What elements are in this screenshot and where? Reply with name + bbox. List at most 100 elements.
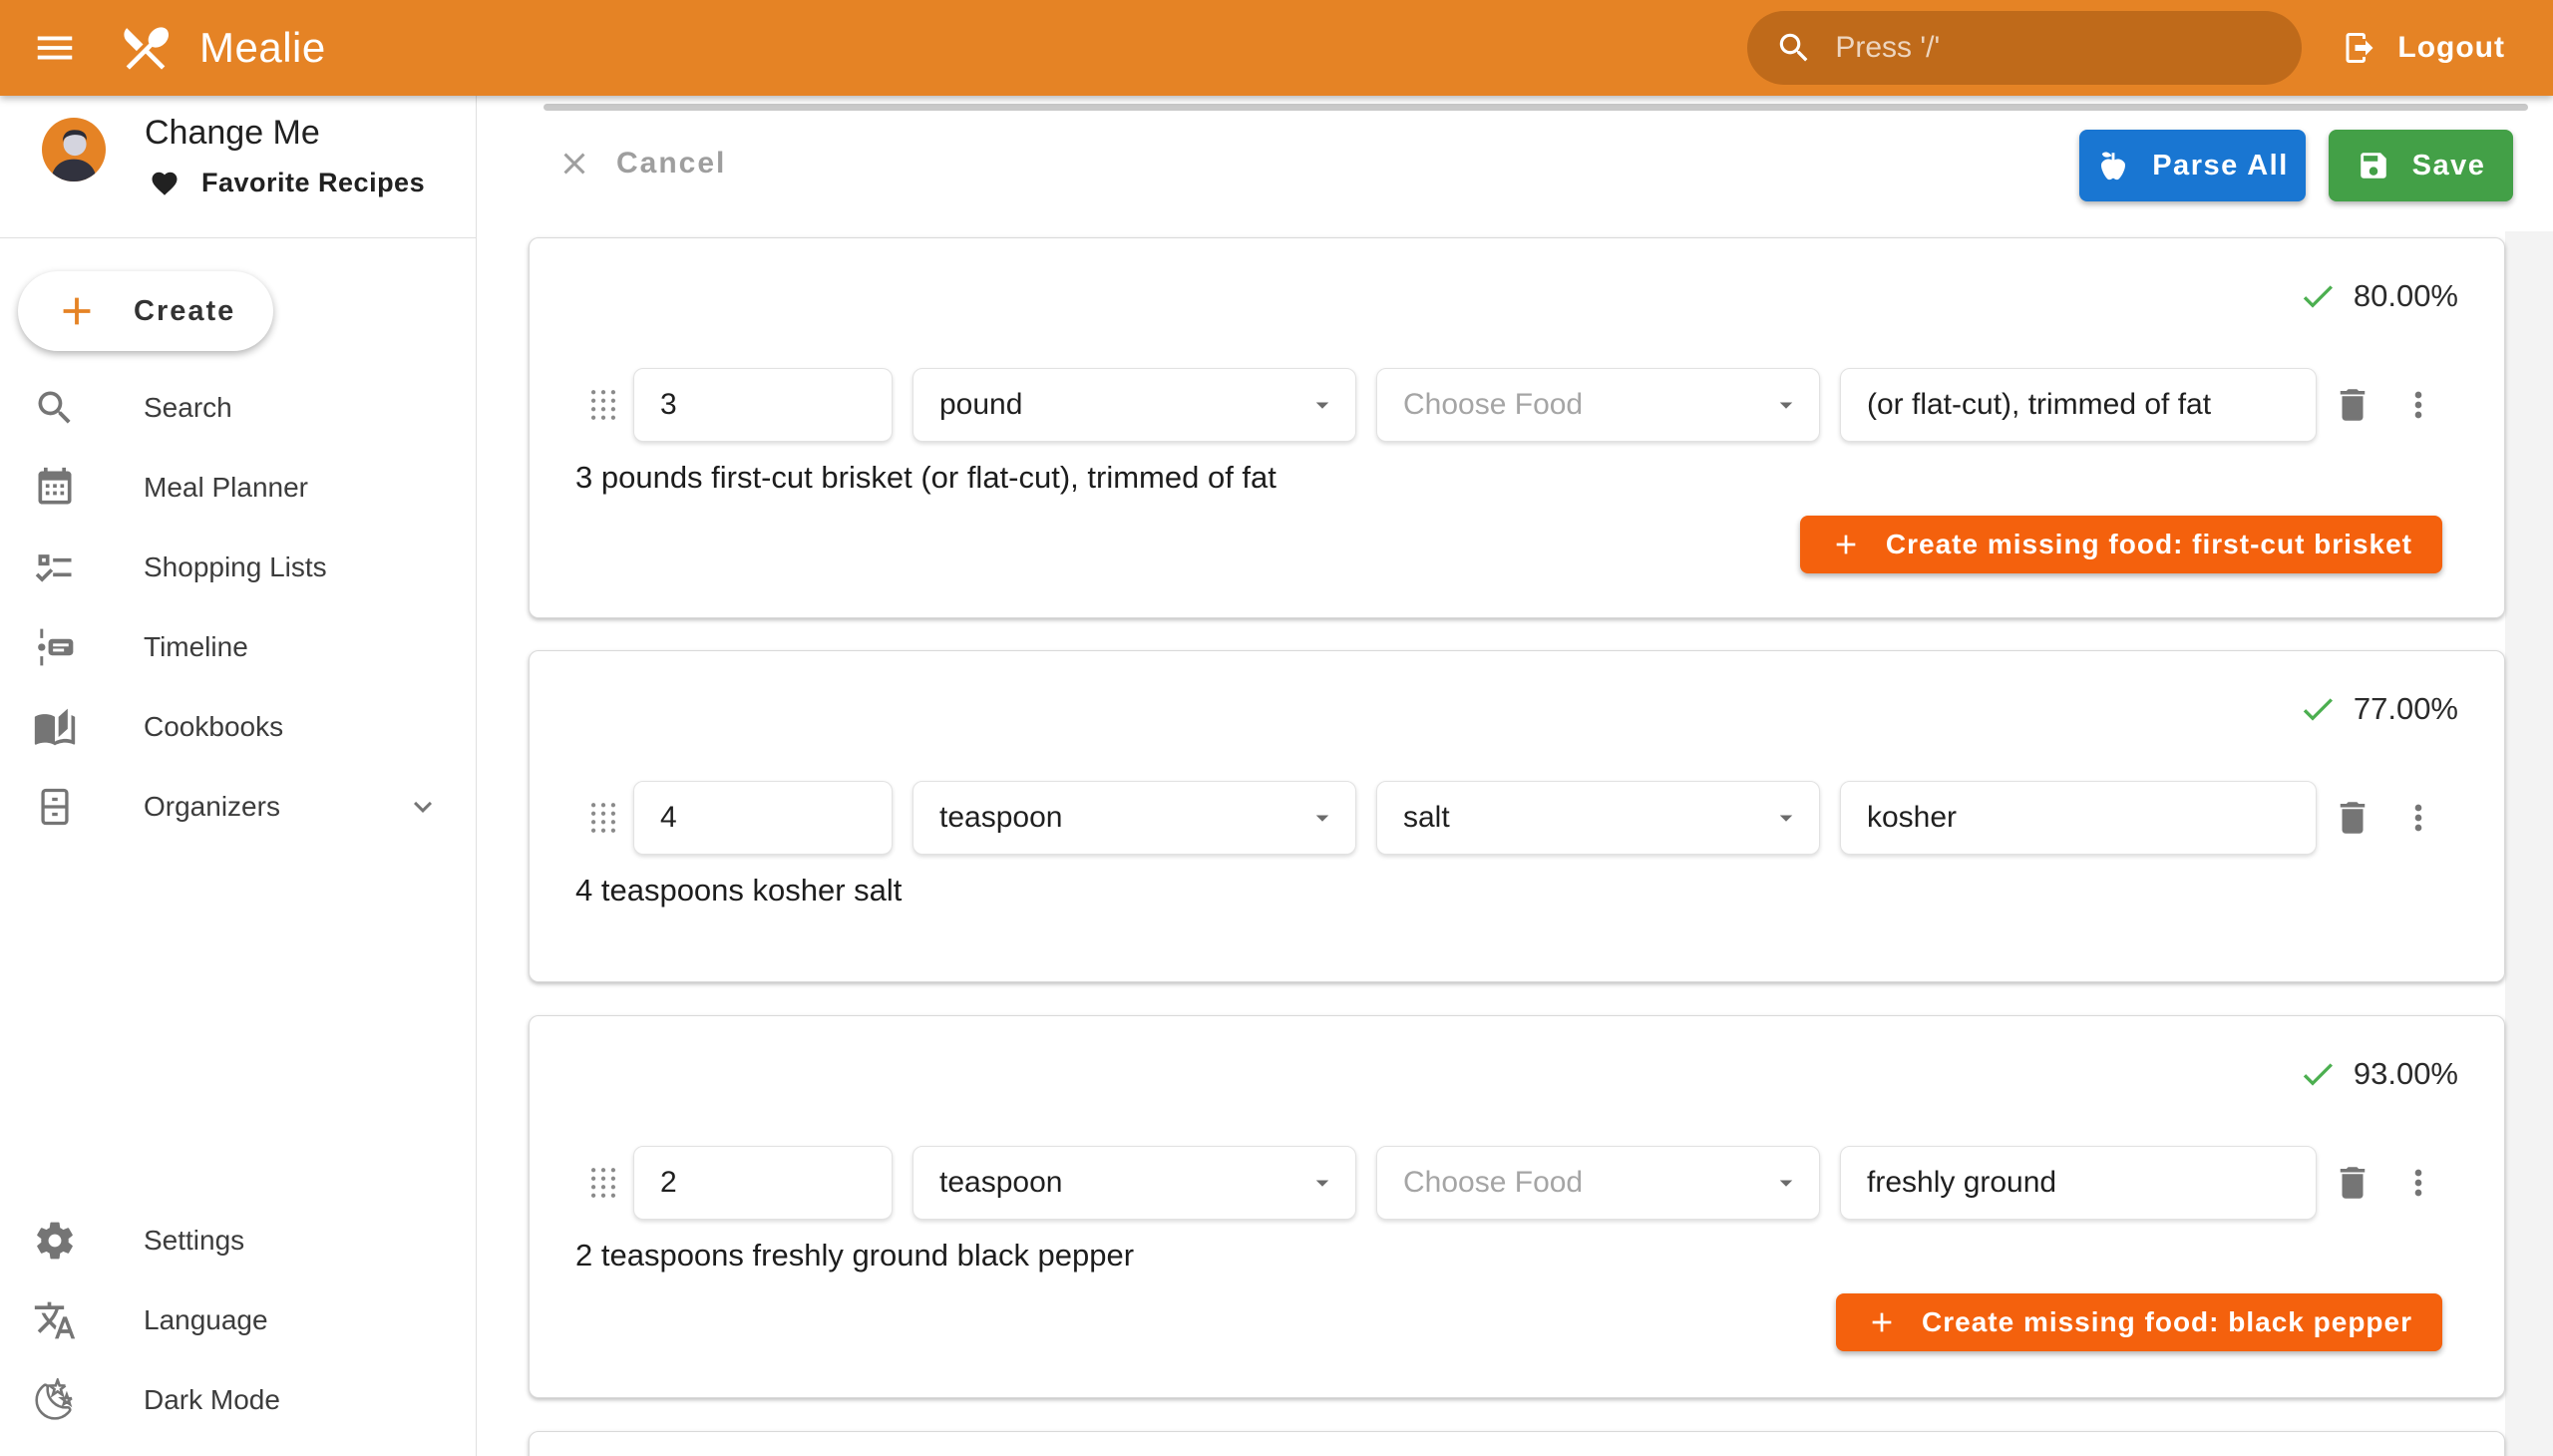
logout-icon xyxy=(2342,30,2377,66)
logout-button[interactable]: Logout xyxy=(2330,12,2517,84)
ingredient-card-partial xyxy=(529,1431,2505,1456)
check-icon xyxy=(2298,276,2338,316)
confidence-value: 93.00% xyxy=(2354,1056,2458,1092)
create-missing-food-button[interactable]: Create missing food: first-cut brisket xyxy=(1800,516,2442,573)
original-ingredient-text: 2 teaspoons freshly ground black pepper xyxy=(575,1238,1134,1274)
favorite-recipes-label: Favorite Recipes xyxy=(201,168,425,198)
hamburger-menu-icon[interactable] xyxy=(32,25,78,71)
cabinet-icon xyxy=(33,785,77,829)
check-icon xyxy=(2298,1054,2338,1094)
caret-down-icon xyxy=(1771,1168,1801,1198)
favorite-recipes-link[interactable]: Favorite Recipes xyxy=(150,168,425,198)
parse-all-button[interactable]: Parse All xyxy=(2079,130,2306,201)
note-input[interactable] xyxy=(1840,1146,2317,1220)
caret-down-icon xyxy=(1771,390,1801,420)
quantity-input[interactable] xyxy=(633,781,893,855)
user-name: Change Me xyxy=(145,114,320,153)
search-bar[interactable] xyxy=(1747,11,2302,85)
delete-button[interactable] xyxy=(2331,377,2374,433)
sidebar-item-label: Search xyxy=(144,392,232,424)
plus-icon xyxy=(1866,1306,1898,1338)
ingredient-card: 77.00% teaspoon salt xyxy=(529,650,2505,982)
ingredient-card: 93.00% teaspoon Choose Food xyxy=(529,1015,2505,1398)
sidebar: Change Me Favorite Recipes Create Search xyxy=(0,96,477,1456)
note-input[interactable] xyxy=(1840,781,2317,855)
unit-value: teaspoon xyxy=(939,1166,1062,1200)
user-section[interactable]: Change Me Favorite Recipes xyxy=(0,96,476,237)
more-options-button[interactable] xyxy=(2398,1155,2438,1211)
chevron-down-icon xyxy=(405,789,441,825)
food-placeholder: Choose Food xyxy=(1403,1166,1583,1200)
drag-handle-icon[interactable] xyxy=(585,796,621,840)
confidence-indicator: 93.00% xyxy=(2298,1054,2458,1094)
more-options-button[interactable] xyxy=(2398,790,2438,846)
create-missing-food-button[interactable]: Create missing food: black pepper xyxy=(1836,1293,2442,1351)
sidebar-item-organizers[interactable]: Organizers xyxy=(0,767,476,847)
confidence-indicator: 77.00% xyxy=(2298,689,2458,729)
unit-select[interactable]: teaspoon xyxy=(912,1146,1356,1220)
app-title: Mealie xyxy=(199,24,326,72)
logout-label: Logout xyxy=(2397,31,2505,65)
create-missing-food-label: Create missing food: black pepper xyxy=(1922,1306,2412,1338)
gear-icon xyxy=(33,1219,77,1263)
sidebar-item-settings[interactable]: Settings xyxy=(0,1201,476,1280)
sidebar-footer-nav: Settings Language Dark Mode xyxy=(0,1201,476,1440)
confidence-indicator: 80.00% xyxy=(2298,276,2458,316)
close-icon xyxy=(556,146,592,182)
delete-button[interactable] xyxy=(2331,790,2374,846)
drag-handle-icon[interactable] xyxy=(585,1161,621,1205)
drag-handle-icon[interactable] xyxy=(585,383,621,427)
avatar xyxy=(42,118,106,182)
list-checks-icon xyxy=(33,546,77,589)
quantity-input[interactable] xyxy=(633,368,893,442)
save-icon xyxy=(2357,149,2390,182)
ingredient-card: 80.00% pound Choose Food xyxy=(529,237,2505,618)
heart-icon xyxy=(150,169,180,198)
content-top-divider xyxy=(544,104,2528,111)
unit-select[interactable]: teaspoon xyxy=(912,781,1356,855)
save-label: Save xyxy=(2412,150,2486,182)
mealie-logo-icon[interactable] xyxy=(118,20,174,76)
translate-icon xyxy=(33,1298,77,1342)
delete-button[interactable] xyxy=(2331,1155,2374,1211)
caret-down-icon xyxy=(1771,803,1801,833)
original-ingredient-text: 3 pounds first-cut brisket (or flat-cut)… xyxy=(575,460,1276,496)
sidebar-item-label: Meal Planner xyxy=(144,472,308,504)
main-content: Cancel Parse All Save 80.00% xyxy=(477,96,2553,1456)
food-select[interactable]: salt xyxy=(1376,781,1820,855)
unit-value: pound xyxy=(939,388,1022,422)
magnify-icon xyxy=(33,386,77,430)
sidebar-item-meal-planner[interactable]: Meal Planner xyxy=(0,448,476,528)
calendar-icon xyxy=(33,466,77,510)
create-button[interactable]: Create xyxy=(18,271,273,351)
caret-down-icon xyxy=(1307,803,1337,833)
cancel-button[interactable]: Cancel xyxy=(556,132,726,195)
app-header: Mealie Logout xyxy=(0,0,2553,96)
sidebar-item-shopping-lists[interactable]: Shopping Lists xyxy=(0,528,476,607)
unit-select[interactable]: pound xyxy=(912,368,1356,442)
sidebar-item-label: Dark Mode xyxy=(144,1384,280,1416)
timeline-icon xyxy=(33,625,77,669)
sidebar-item-cookbooks[interactable]: Cookbooks xyxy=(0,687,476,767)
sidebar-item-search[interactable]: Search xyxy=(0,368,476,448)
create-missing-food-label: Create missing food: first-cut brisket xyxy=(1886,529,2412,560)
more-options-button[interactable] xyxy=(2398,377,2438,433)
food-value: salt xyxy=(1403,801,1450,835)
note-input[interactable] xyxy=(1840,368,2317,442)
sidebar-nav: Search Meal Planner Shopping Lists xyxy=(0,368,476,847)
sidebar-item-label: Organizers xyxy=(144,791,280,823)
food-select[interactable]: Choose Food xyxy=(1376,368,1820,442)
sidebar-item-language[interactable]: Language xyxy=(0,1280,476,1360)
sidebar-item-dark-mode[interactable]: Dark Mode xyxy=(0,1360,476,1440)
save-button[interactable]: Save xyxy=(2329,130,2513,201)
plus-icon xyxy=(1830,529,1862,560)
search-input[interactable] xyxy=(1835,31,2292,65)
cancel-label: Cancel xyxy=(616,147,726,181)
food-select[interactable]: Choose Food xyxy=(1376,1146,1820,1220)
moon-stars-icon xyxy=(33,1378,77,1422)
quantity-input[interactable] xyxy=(633,1146,893,1220)
sidebar-item-timeline[interactable]: Timeline xyxy=(0,607,476,687)
ingredient-inputs-row: teaspoon salt xyxy=(585,781,2438,855)
sidebar-item-label: Shopping Lists xyxy=(144,551,327,583)
sidebar-item-label: Settings xyxy=(144,1225,244,1257)
